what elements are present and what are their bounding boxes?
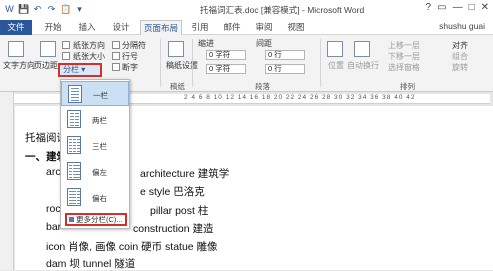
tab-design[interactable]: 设计 bbox=[106, 20, 136, 35]
title-bar: W 💾 ↶ ↷ 📋 ▾ 托福词汇表.doc [兼容模式] - Microsoft… bbox=[0, 0, 493, 20]
doc-line-4: e style 巴洛克 bbox=[140, 186, 205, 198]
left-column-icon bbox=[67, 162, 81, 180]
group-separator bbox=[192, 39, 193, 87]
tab-mailings[interactable]: 邮件 bbox=[218, 20, 246, 35]
text-direction-icon bbox=[8, 41, 24, 57]
ruler-numbers: 2 4 6 8 10 12 14 16 18 20 22 24 26 28 30… bbox=[184, 94, 416, 101]
doc-line-6: construction 建造 bbox=[133, 223, 214, 235]
columns-dropdown-menu: 一栏 两栏 三栏 偏左 偏右 更多分栏(C)... bbox=[60, 79, 130, 229]
ribbon-tab-bar: 文件 开始 插入 设计 页面布局 引用 邮件 审阅 视图 shushu guai bbox=[0, 20, 493, 35]
doc-prefix-2: roc bbox=[46, 203, 61, 215]
breaks-icon bbox=[112, 41, 120, 49]
doc-line-8: dam 坝 tunnel 隧道 bbox=[46, 258, 136, 270]
menu-item-label: 偏右 bbox=[92, 194, 107, 203]
menu-item-three-columns[interactable]: 三栏 bbox=[61, 133, 129, 158]
menu-item-label: 一栏 bbox=[93, 91, 108, 100]
two-columns-icon bbox=[67, 110, 81, 128]
arrange-group-label: 排列 bbox=[400, 82, 415, 91]
draft-paper-icon bbox=[168, 41, 184, 57]
indent-right-field[interactable]: 0 字符 bbox=[206, 64, 246, 74]
window-controls: ? ▭ — □ ✕ bbox=[426, 2, 489, 13]
menu-item-label: 三栏 bbox=[92, 142, 107, 151]
position-icon bbox=[327, 41, 343, 57]
menu-item-two-columns[interactable]: 两栏 bbox=[61, 107, 129, 132]
doc-prefix-1: arc bbox=[46, 166, 61, 178]
help-icon[interactable]: ? bbox=[426, 2, 432, 13]
columns-button[interactable]: 分栏 ▾ bbox=[58, 63, 102, 77]
customize-qat-icon[interactable]: ▾ bbox=[74, 3, 85, 15]
size-button[interactable]: 纸张大小 bbox=[73, 51, 105, 62]
tab-home[interactable]: 开始 bbox=[38, 20, 68, 35]
maximize-icon[interactable]: □ bbox=[469, 2, 475, 13]
menu-item-label: 两栏 bbox=[92, 116, 107, 125]
more-columns-button[interactable]: 更多分栏(C)... bbox=[65, 213, 127, 226]
doc-line-5: pillar post 柱 bbox=[150, 205, 209, 217]
menu-item-one-column[interactable]: 一栏 bbox=[61, 81, 129, 106]
draft-paper-settings-button[interactable]: 稿纸设置 bbox=[166, 60, 198, 71]
three-columns-icon bbox=[67, 136, 81, 154]
user-name[interactable]: shushu guai bbox=[439, 21, 485, 31]
indent-left-field[interactable]: 0 字符 bbox=[206, 50, 246, 60]
redo-icon[interactable]: ↷ bbox=[46, 3, 57, 15]
send-backward-button[interactable]: 下移一层 bbox=[388, 51, 420, 62]
wrap-text-icon bbox=[354, 41, 370, 57]
right-column-icon bbox=[67, 188, 81, 206]
rotate-button[interactable]: 旋转 bbox=[452, 62, 468, 73]
save-icon[interactable]: 💾 bbox=[18, 3, 29, 15]
line-numbers-button[interactable]: 行号 bbox=[122, 51, 138, 62]
indent-label: 缩进 bbox=[198, 39, 214, 48]
word-logo-icon: W bbox=[5, 4, 14, 14]
tab-file[interactable]: 文件 bbox=[0, 20, 32, 35]
vertical-ruler bbox=[0, 92, 14, 270]
size-icon bbox=[62, 52, 70, 60]
one-column-icon bbox=[68, 85, 82, 103]
margins-button[interactable]: 页边距 bbox=[34, 60, 58, 71]
doc-line-3: architecture 建筑学 bbox=[140, 168, 230, 180]
orientation-icon bbox=[62, 41, 70, 49]
breaks-button[interactable]: 分隔符 bbox=[122, 40, 146, 51]
menu-item-left[interactable]: 偏左 bbox=[61, 159, 129, 184]
close-icon[interactable]: ✕ bbox=[481, 2, 489, 13]
bring-forward-button[interactable]: 上移一层 bbox=[388, 40, 420, 51]
more-columns-icon bbox=[69, 217, 74, 222]
menu-item-right[interactable]: 偏右 bbox=[61, 185, 129, 210]
hyphenation-icon bbox=[112, 63, 120, 71]
ribbon-display-icon[interactable]: ▭ bbox=[437, 2, 446, 13]
align-button[interactable]: 对齐 bbox=[452, 40, 468, 51]
group-button[interactable]: 组合 bbox=[452, 51, 468, 62]
doc-prefix-3: bar bbox=[46, 221, 62, 233]
tab-insert[interactable]: 插入 bbox=[72, 20, 102, 35]
group-separator bbox=[160, 39, 161, 87]
spacing-before-field[interactable]: 0 行 bbox=[265, 50, 305, 60]
doc-line-7: icon 肖像, 画像 coin 硬币 statue 雕像 bbox=[46, 241, 218, 253]
clipboard-icon[interactable]: 📋 bbox=[60, 3, 71, 15]
tab-review[interactable]: 审阅 bbox=[250, 20, 278, 35]
undo-icon[interactable]: ↶ bbox=[32, 3, 43, 15]
margins-icon bbox=[40, 41, 56, 57]
paragraph-group-label: 段落 bbox=[255, 82, 270, 91]
draft-group-label: 稿纸 bbox=[170, 82, 185, 91]
group-separator bbox=[320, 39, 321, 87]
tab-page-layout[interactable]: 页面布局 bbox=[140, 20, 182, 35]
menu-item-label: 偏左 bbox=[92, 168, 107, 177]
quick-access-toolbar: W 💾 ↶ ↷ 📋 ▾ bbox=[4, 3, 85, 15]
selection-pane-button[interactable]: 选择窗格 bbox=[388, 62, 420, 73]
tab-view[interactable]: 视图 bbox=[282, 20, 310, 35]
line-numbers-icon bbox=[112, 52, 120, 60]
hyphenation-button[interactable]: 断字 bbox=[122, 62, 138, 73]
columns-button-label: 分栏 bbox=[63, 65, 79, 74]
position-button[interactable]: 位置 bbox=[328, 60, 344, 71]
spacing-after-field[interactable]: 0 行 bbox=[265, 64, 305, 74]
orientation-button[interactable]: 纸张方向 bbox=[73, 40, 105, 51]
more-columns-label: 更多分栏(C)... bbox=[76, 215, 123, 224]
spacing-label: 间距 bbox=[256, 39, 272, 48]
wrap-text-button[interactable]: 自动换行 bbox=[347, 60, 379, 71]
window-title: 托福词汇表.doc [兼容模式] - Microsoft Word bbox=[200, 5, 365, 15]
minimize-icon[interactable]: — bbox=[453, 2, 463, 13]
text-direction-button[interactable]: 文字方向 bbox=[3, 60, 35, 71]
tab-references[interactable]: 引用 bbox=[186, 20, 214, 35]
